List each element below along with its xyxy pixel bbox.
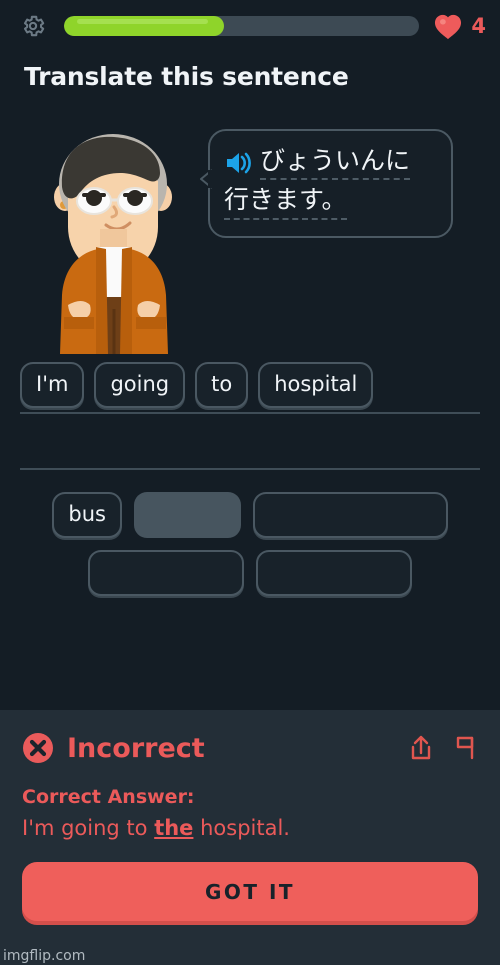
heart-icon [435, 14, 462, 39]
prompt-text-line-2: 行きます。 [224, 184, 347, 220]
word-bank-tile[interactable]: xxxxxxxxxx [252, 492, 448, 538]
correct-answer-label: Correct Answer: [22, 786, 195, 808]
word-bank-tile[interactable]: xxxxxxxxxx [87, 550, 244, 596]
share-icon[interactable] [408, 734, 434, 762]
prompt-section: びょういんに 行きます。 [0, 121, 500, 356]
lesson-progress-bar [64, 16, 420, 36]
correct-answer-prefix: I'm going to [22, 816, 155, 840]
settings-button[interactable] [16, 9, 50, 43]
character-illustration [54, 134, 172, 354]
flag-icon[interactable] [452, 734, 478, 762]
speaker-icon[interactable] [224, 150, 252, 176]
gear-icon [23, 15, 45, 37]
hearts-indicator[interactable]: 4 [433, 13, 486, 40]
bubble-tail-icon [200, 169, 212, 189]
answer-tile[interactable]: hospital [258, 362, 374, 408]
word-bank[interactable]: busxxxxxxxxxxxxxxxxxxxxxxxxxxxxxxxxxxxx [0, 470, 500, 596]
x-circle-icon [23, 733, 53, 763]
got-it-button[interactable]: GOT IT [22, 862, 478, 921]
word-bank-tile[interactable]: bus [52, 492, 122, 538]
correct-answer-highlight: the [154, 816, 194, 840]
hearts-count: 4 [471, 14, 486, 38]
correct-answer-text: I'm going to the hospital. [22, 816, 478, 840]
feedback-panel: Incorrect Correct Answer: I'm going to t… [0, 710, 500, 965]
progress-shine [76, 19, 208, 24]
answer-area: I'm going to hospital [0, 360, 500, 470]
prompt-line-1: びょういんに [224, 145, 439, 181]
prompt-speech-bubble: びょういんに 行きます。 [200, 129, 453, 238]
status-badge: Incorrect [67, 732, 205, 764]
word-bank-tile[interactable]: xxxxxxxxxx [256, 550, 413, 596]
answer-tile[interactable]: going [94, 362, 186, 408]
word-bank-tile-used: xxxxxx [134, 492, 241, 538]
answer-tile[interactable]: to [195, 362, 249, 408]
answer-row-1[interactable]: I'm going to hospital [20, 360, 480, 414]
imgflip-watermark: imgflip.com [3, 948, 86, 964]
prompt-line-2: 行きます。 [224, 184, 439, 220]
page-title: Translate this sentence [24, 62, 349, 91]
progress-fill [64, 16, 224, 36]
answer-tile[interactable]: I'm [20, 362, 85, 408]
feedback-status-group: Incorrect [22, 732, 205, 764]
correct-answer-suffix: hospital. [193, 816, 290, 840]
prompt-text-line-1: びょういんに [260, 145, 411, 181]
feedback-actions [408, 734, 478, 762]
answer-row-2[interactable] [20, 414, 480, 470]
feedback-header: Incorrect [22, 732, 478, 764]
top-bar: 4 [0, 0, 500, 52]
